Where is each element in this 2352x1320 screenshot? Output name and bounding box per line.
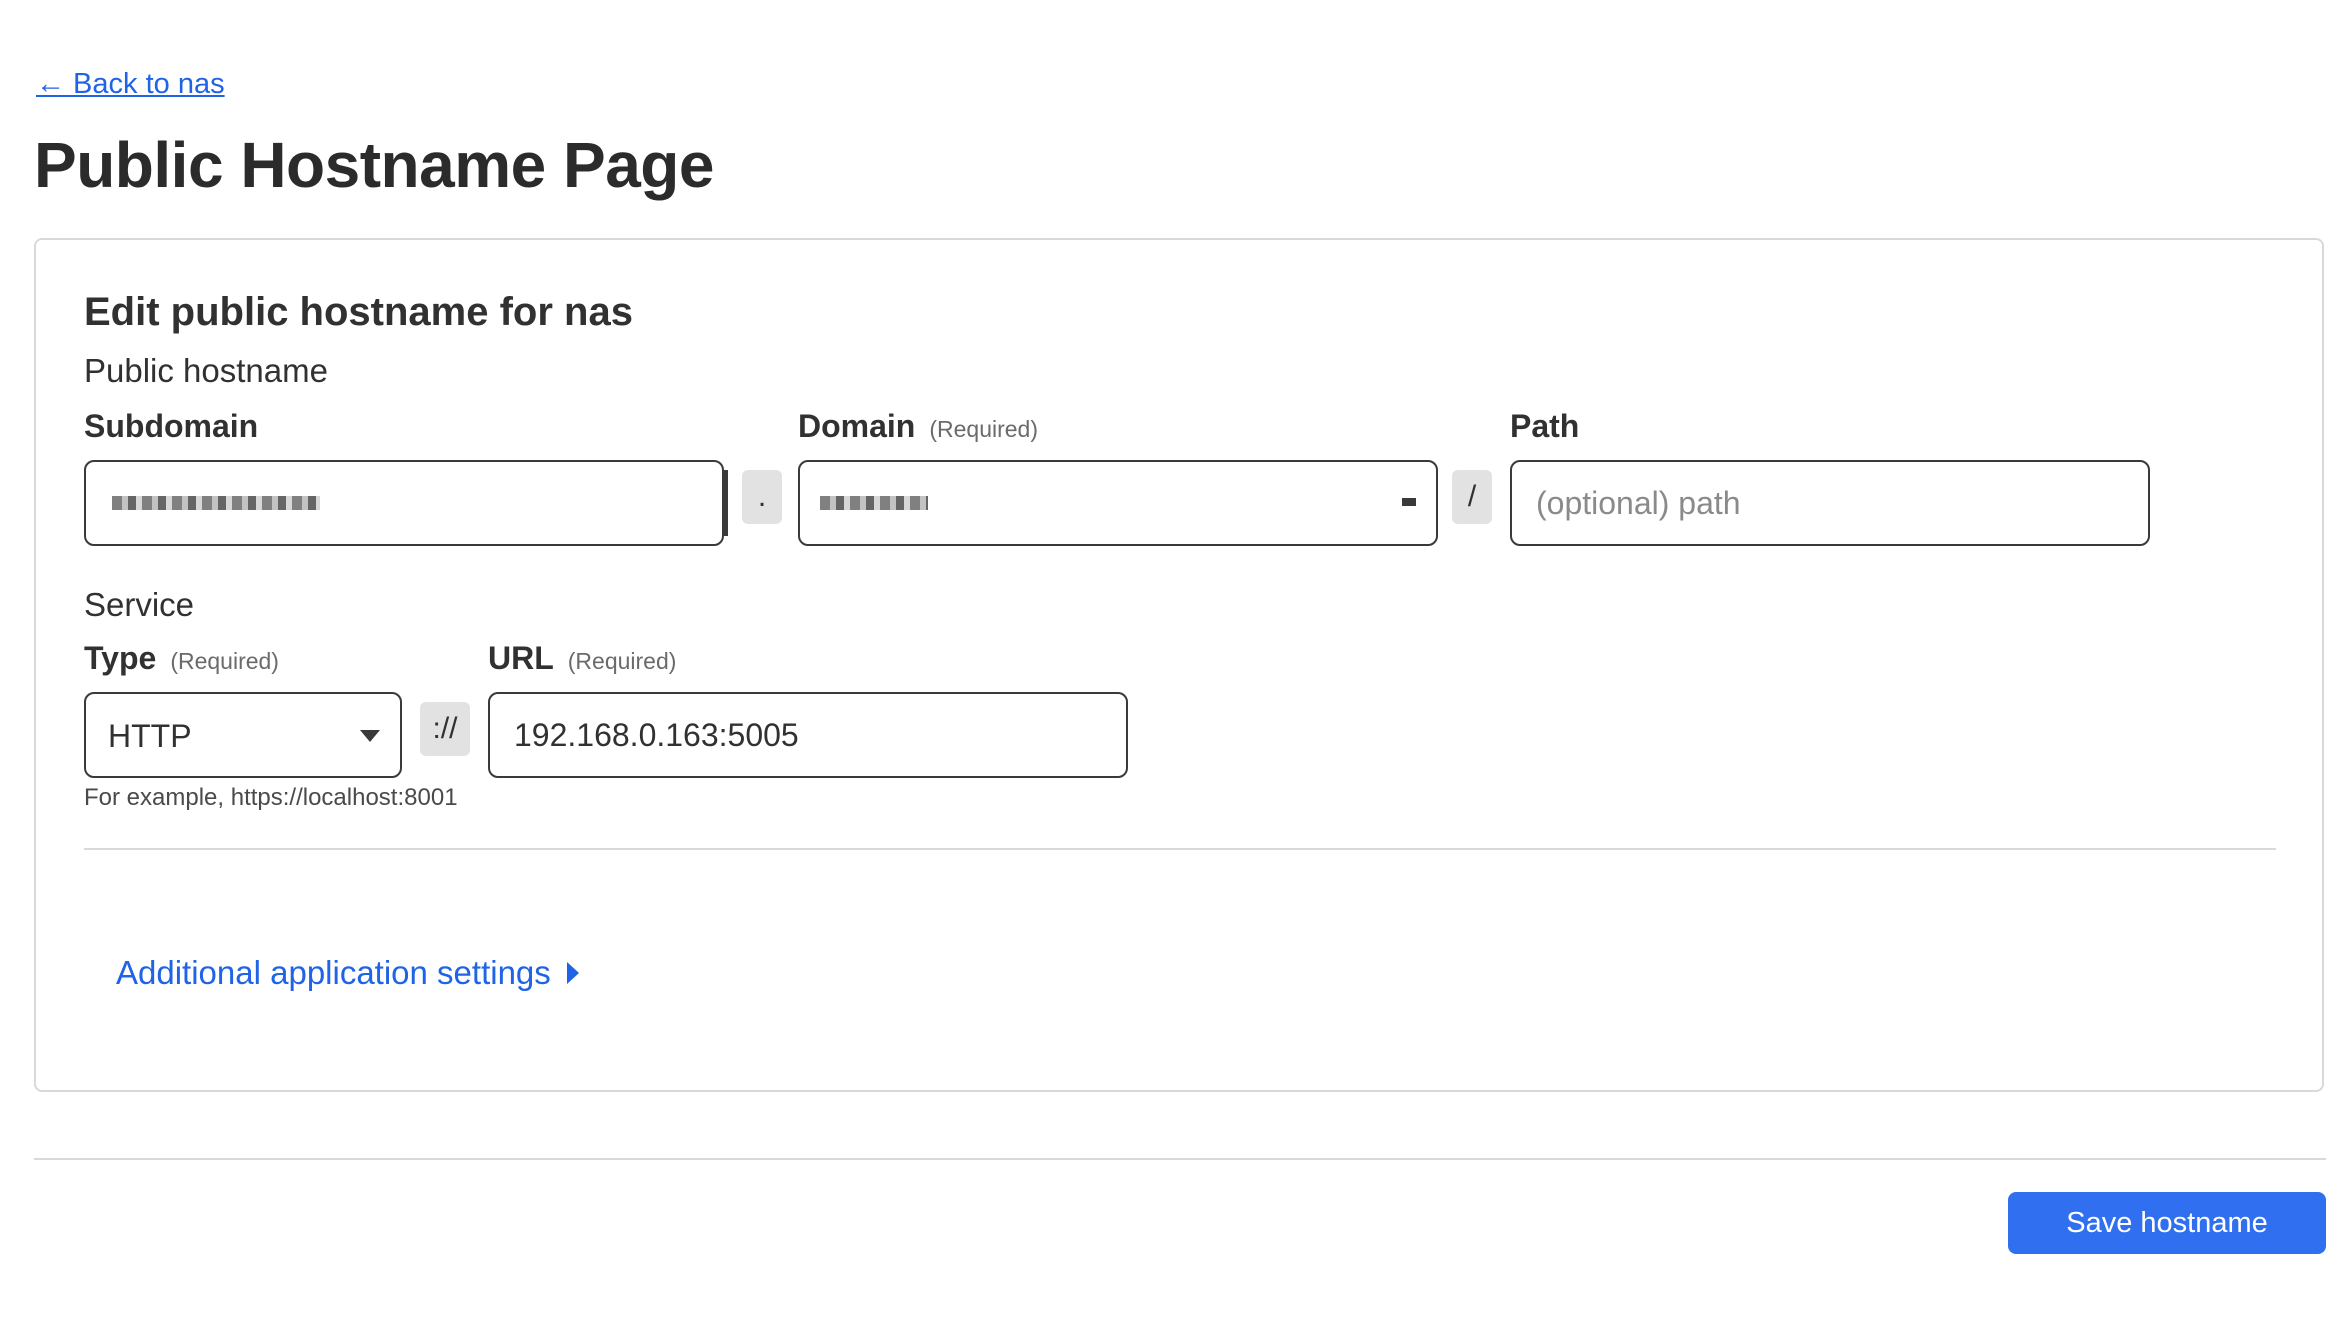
url-hint: For example, https://localhost:8001 — [84, 784, 458, 811]
footer-divider — [34, 1158, 2326, 1160]
chevron-right-icon — [566, 962, 579, 984]
dot-separator: . — [742, 470, 782, 524]
domain-redacted-value — [820, 496, 928, 510]
domain-required: (Required) — [929, 416, 1038, 442]
public-hostname-label: Public hostname — [84, 352, 328, 389]
domain-select[interactable] — [798, 460, 1438, 546]
additional-settings-label: Additional application settings — [116, 954, 551, 991]
domain-label-text: Domain — [798, 408, 916, 444]
section-divider — [84, 848, 2276, 850]
chevron-down-icon — [360, 730, 380, 742]
type-label: Type (Required) — [84, 640, 279, 677]
type-select-value: HTTP — [108, 718, 192, 754]
dot-separator-text: . — [757, 480, 767, 513]
slash-separator-text: / — [1467, 480, 1477, 513]
url-label-text: URL — [488, 640, 554, 676]
domain-label: Domain (Required) — [798, 408, 1038, 445]
scheme-separator: :// — [420, 702, 470, 756]
type-label-text: Type — [84, 640, 157, 676]
page-title: Public Hostname Page — [34, 129, 714, 201]
subdomain-field-edge — [722, 470, 728, 536]
back-link[interactable]: ← Back to nas — [36, 68, 225, 101]
url-required: (Required) — [567, 648, 677, 674]
path-label-text: Path — [1510, 408, 1580, 444]
additional-settings-toggle[interactable]: Additional application settings — [116, 954, 579, 992]
path-label: Path — [1510, 408, 1579, 445]
subdomain-redacted-value — [112, 496, 320, 510]
url-label: URL (Required) — [488, 640, 676, 677]
type-required: (Required) — [170, 648, 279, 674]
save-hostname-button[interactable]: Save hostname — [2008, 1192, 2326, 1254]
subdomain-field-wrap — [84, 460, 724, 546]
url-input[interactable] — [488, 692, 1128, 778]
hostname-card: Edit public hostname for nas Public host… — [34, 238, 2324, 1092]
path-input[interactable] — [1510, 460, 2150, 546]
slash-separator: / — [1452, 470, 1492, 524]
scheme-separator-text: :// — [432, 712, 458, 745]
subdomain-label: Subdomain — [84, 408, 258, 445]
service-label: Service — [84, 586, 195, 623]
card-title: Edit public hostname for nas — [84, 290, 633, 334]
subdomain-label-text: Subdomain — [84, 408, 259, 444]
type-select[interactable]: HTTP — [84, 692, 402, 778]
domain-dropdown-icon[interactable] — [1402, 498, 1416, 506]
